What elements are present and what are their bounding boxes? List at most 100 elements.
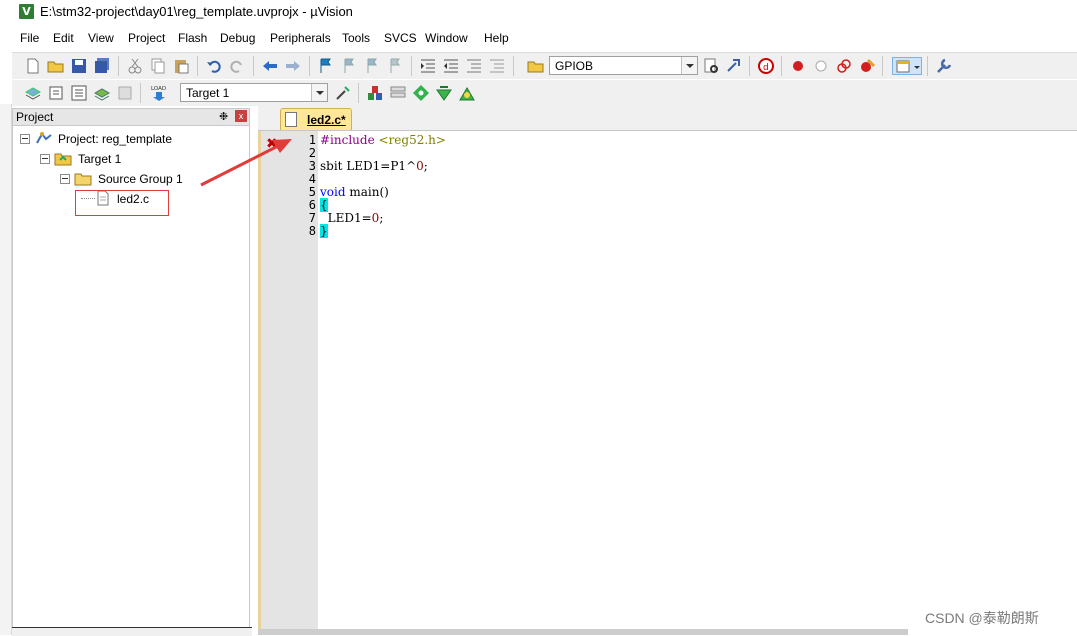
menu-tools[interactable]: Tools — [342, 31, 370, 45]
folder-open-icon — [74, 171, 92, 190]
menu-help[interactable]: Help — [484, 31, 509, 45]
uvision-app-icon: V — [19, 4, 34, 19]
clear-bookmarks-icon[interactable] — [386, 57, 404, 75]
select-target-combo[interactable]: Target 1 — [180, 83, 328, 102]
line-number: 5 — [308, 185, 316, 199]
incremental-find-icon[interactable] — [725, 57, 743, 75]
line-number: 3 — [308, 159, 316, 173]
enable-breakpoint-icon[interactable] — [812, 57, 830, 75]
project-panel-title: Project — [16, 110, 54, 124]
tree-label-target: Target 1 — [78, 152, 122, 166]
bookmark-icon[interactable] — [317, 57, 335, 75]
tree-label-source-group: Source Group 1 — [98, 172, 183, 186]
line-number: 6 — [308, 198, 316, 212]
save-all-icon[interactable] — [93, 57, 111, 75]
load-label: LOAD — [151, 86, 166, 92]
download-load-icon[interactable]: LOAD — [150, 84, 168, 102]
translate-icon[interactable] — [24, 84, 42, 102]
file-extensions-icon[interactable] — [389, 84, 407, 102]
menu-project[interactable]: Project — [128, 31, 165, 45]
chevron-down-icon[interactable] — [681, 57, 697, 74]
error-marker-icon: ✖ — [266, 135, 278, 151]
main-toolbar: GPIOB d — [12, 52, 1077, 79]
debug-start-icon[interactable]: d — [757, 57, 775, 75]
find-in-files-icon[interactable] — [527, 57, 545, 75]
build-icon[interactable] — [47, 84, 65, 102]
stop-build-icon[interactable] — [116, 84, 134, 102]
line-number: 2 — [308, 146, 316, 160]
navigate-back-icon[interactable] — [261, 57, 279, 75]
copy-icon[interactable] — [149, 57, 167, 75]
code-number: 0 — [416, 159, 424, 173]
build-toolbar: LOAD Target 1 — [12, 80, 1077, 106]
menu-peripherals[interactable]: Peripherals — [270, 31, 331, 45]
menu-edit[interactable]: Edit — [53, 31, 74, 45]
include-directive: #include — [320, 133, 379, 147]
menu-view[interactable]: View — [88, 31, 114, 45]
open-folder-icon[interactable] — [47, 57, 65, 75]
configure-icon[interactable] — [935, 57, 953, 75]
line-number: 7 — [308, 211, 316, 225]
code-text: sbit LED1=P1 — [320, 159, 407, 173]
save-icon[interactable] — [70, 57, 88, 75]
kill-breakpoints-icon[interactable] — [858, 57, 876, 75]
menu-file[interactable]: File — [20, 31, 39, 45]
menu-window[interactable]: Window — [425, 31, 468, 45]
unindent-icon[interactable] — [442, 57, 460, 75]
svg-text:d: d — [763, 63, 769, 73]
pin-icon[interactable]: ❉ — [219, 110, 228, 123]
tab-led2-c[interactable]: led2.c* — [280, 108, 352, 130]
prev-bookmark-icon[interactable] — [340, 57, 358, 75]
menu-flash[interactable]: Flash — [178, 31, 207, 45]
comment-icon[interactable] — [465, 57, 483, 75]
target-options-icon[interactable] — [334, 84, 352, 102]
project-panel: Project ❉ x Project: reg_template Target… — [12, 108, 250, 635]
close-icon[interactable]: x — [235, 110, 247, 122]
code-editor[interactable]: ✖ 1 2 3 4 5 6 7 8 #include <reg52.h> sbi… — [258, 131, 1077, 635]
chevron-down-icon[interactable] — [311, 84, 327, 101]
line-number: 4 — [308, 172, 316, 186]
rebuild-icon[interactable] — [70, 84, 88, 102]
find-icon[interactable] — [702, 57, 720, 75]
uncomment-icon[interactable] — [488, 57, 506, 75]
title-bar: V E:\stm32-project\day01\reg_template.uv… — [0, 0, 1077, 26]
code-semicolon: ; — [423, 159, 428, 173]
find-combo[interactable]: GPIOB — [549, 56, 698, 75]
menu-debug[interactable]: Debug — [220, 31, 255, 45]
line-number: 8 — [308, 224, 316, 238]
horizontal-scrollbar[interactable] — [258, 629, 908, 635]
insert-breakpoint-icon[interactable] — [789, 57, 807, 75]
code-line-7: LED1=0; — [320, 211, 384, 225]
redo-icon[interactable] — [228, 57, 246, 75]
brace-close: } — [320, 224, 328, 238]
collapse-icon[interactable] — [20, 134, 30, 144]
next-bookmark-icon[interactable] — [363, 57, 381, 75]
watermark: CSDN @泰勒朗斯 — [925, 610, 1039, 626]
line-number: 1 — [308, 133, 316, 147]
project-icon — [35, 131, 53, 150]
menu-svcs[interactable]: SVCS — [384, 31, 417, 45]
document-icon — [285, 112, 297, 127]
undo-icon[interactable] — [205, 57, 223, 75]
disable-breakpoints-icon[interactable] — [835, 57, 853, 75]
code-line-1: #include <reg52.h> — [320, 133, 446, 147]
code-keyword: void — [320, 185, 346, 199]
manage-run-time-icon[interactable] — [412, 84, 430, 102]
select-target-value: Target 1 — [186, 86, 230, 100]
paste-icon[interactable] — [172, 57, 190, 75]
editor-tab-strip: led2.c* — [258, 106, 1077, 131]
pack-installer-icon[interactable] — [435, 84, 453, 102]
select-packs-icon[interactable] — [458, 84, 476, 102]
navigate-forward-icon[interactable] — [284, 57, 302, 75]
code-line-5: void main() — [320, 185, 389, 199]
cut-icon[interactable] — [126, 57, 144, 75]
manage-project-items-icon[interactable] — [366, 84, 384, 102]
window-layout-dropdown[interactable] — [892, 57, 922, 75]
collapse-icon[interactable] — [60, 174, 70, 184]
batch-build-icon[interactable] — [93, 84, 111, 102]
collapse-icon[interactable] — [40, 154, 50, 164]
indent-icon[interactable] — [419, 57, 437, 75]
code-line-3: sbit LED1=P1^0; — [320, 159, 428, 173]
code-line-6: { — [320, 198, 328, 212]
new-file-icon[interactable] — [24, 57, 42, 75]
